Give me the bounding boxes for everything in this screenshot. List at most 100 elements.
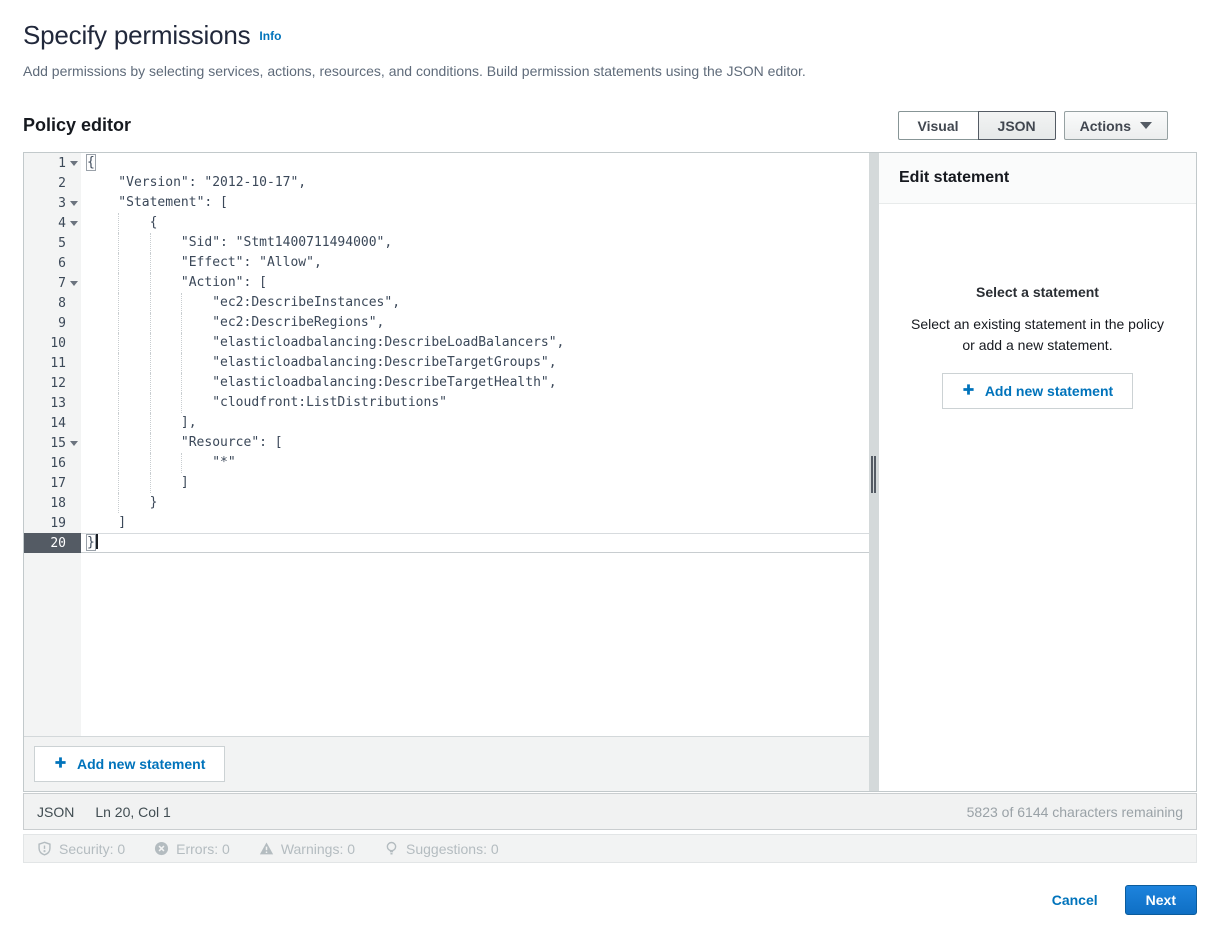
finding-label: Errors: 0 — [176, 841, 230, 857]
code-line-6[interactable]: 6"Effect": "Allow", — [24, 253, 869, 273]
code-line-7[interactable]: 7"Action": [ — [24, 273, 869, 293]
line-number-10[interactable]: 10 — [24, 333, 81, 353]
actions-dropdown-button[interactable]: Actions — [1064, 111, 1168, 140]
code-text: { — [81, 213, 869, 233]
code-line-3[interactable]: 3"Statement": [ — [24, 193, 869, 213]
error-circle-icon — [154, 841, 169, 856]
edit-statement-heading: Edit statement — [879, 153, 1196, 204]
line-number-19[interactable]: 19 — [24, 513, 81, 533]
code-line-2[interactable]: 2"Version": "2012-10-17", — [24, 173, 869, 193]
status-characters-remaining: 5823 of 6144 characters remaining — [967, 804, 1183, 820]
editor-status-bar: JSON Ln 20, Col 1 5823 of 6144 character… — [23, 793, 1197, 830]
code-line-1[interactable]: 1{ — [24, 153, 869, 173]
code-line-11[interactable]: 11"elasticloadbalancing:DescribeTargetGr… — [24, 353, 869, 373]
finding-label: Warnings: 0 — [281, 841, 355, 857]
code-text: ], — [81, 413, 869, 433]
line-number-16[interactable]: 16 — [24, 453, 81, 473]
code-line-9[interactable]: 9"ec2:DescribeRegions", — [24, 313, 869, 333]
fold-caret-icon[interactable] — [70, 201, 78, 206]
line-number-13[interactable]: 13 — [24, 393, 81, 413]
chevron-down-icon — [1140, 122, 1152, 129]
text-cursor — [96, 534, 98, 549]
pane-resize-divider[interactable] — [869, 153, 879, 791]
warning-triangle-icon — [259, 841, 274, 856]
lightbulb-icon — [384, 841, 399, 856]
line-number-2[interactable]: 2 — [24, 173, 81, 193]
tab-visual[interactable]: Visual — [898, 111, 979, 140]
code-line-12[interactable]: 12"elasticloadbalancing:DescribeTargetHe… — [24, 373, 869, 393]
code-editor[interactable]: 1{2"Version": "2012-10-17",3"Statement":… — [24, 153, 869, 736]
code-text: "Resource": [ — [81, 433, 869, 453]
line-number-9[interactable]: 9 — [24, 313, 81, 333]
fold-caret-icon[interactable] — [70, 221, 78, 226]
empty-state-title: Select a statement — [905, 284, 1170, 300]
code-line-10[interactable]: 10"elasticloadbalancing:DescribeLoadBala… — [24, 333, 869, 353]
line-number-4[interactable]: 4 — [24, 213, 81, 233]
code-text: "elasticloadbalancing:DescribeTargetHeal… — [81, 373, 869, 393]
editor-mode-controls: Visual JSON Actions — [898, 111, 1168, 140]
info-link[interactable]: Info — [259, 29, 281, 43]
finding-label: Security: 0 — [59, 841, 125, 857]
line-number-17[interactable]: 17 — [24, 473, 81, 493]
code-text: "Action": [ — [81, 273, 869, 293]
line-number-1[interactable]: 1 — [24, 153, 81, 173]
line-number-14[interactable]: 14 — [24, 413, 81, 433]
page-title: Specify permissions — [23, 20, 250, 50]
policy-editor-header: Policy editor Visual JSON Actions — [23, 111, 1197, 140]
code-line-8[interactable]: 8"ec2:DescribeInstances", — [24, 293, 869, 313]
line-number-6[interactable]: 6 — [24, 253, 81, 273]
cancel-button[interactable]: Cancel — [1052, 892, 1098, 908]
line-number-8[interactable]: 8 — [24, 293, 81, 313]
code-line-18[interactable]: 18} — [24, 493, 869, 513]
line-number-15[interactable]: 15 — [24, 433, 81, 453]
line-number-20[interactable]: 20 — [24, 533, 81, 553]
finding-label: Suggestions: 0 — [406, 841, 499, 857]
panel-add-new-statement-label: Add new statement — [985, 383, 1113, 399]
code-line-4[interactable]: 4{ — [24, 213, 869, 233]
code-text: ] — [81, 473, 869, 493]
fold-caret-icon[interactable] — [70, 441, 78, 446]
tab-json[interactable]: JSON — [978, 111, 1056, 140]
line-number-18[interactable]: 18 — [24, 493, 81, 513]
empty-state-description: Select an existing statement in the poli… — [905, 314, 1170, 356]
code-line-5[interactable]: 5"Sid": "Stmt1400711494000", — [24, 233, 869, 253]
line-number-7[interactable]: 7 — [24, 273, 81, 293]
code-line-20[interactable]: 20} — [24, 533, 869, 553]
code-line-14[interactable]: 14], — [24, 413, 869, 433]
status-cursor-position: Ln 20, Col 1 — [95, 804, 171, 820]
code-line-13[interactable]: 13"cloudfront:ListDistributions" — [24, 393, 869, 413]
policy-editor-container: 1{2"Version": "2012-10-17",3"Statement":… — [23, 152, 1197, 792]
findings-bar: Security: 0 Errors: 0 Warnings: 0 Suggestio… — [23, 834, 1197, 863]
code-line-17[interactable]: 17] — [24, 473, 869, 493]
line-number-11[interactable]: 11 — [24, 353, 81, 373]
page-header: Specify permissionsInfo Add permissions … — [23, 20, 1197, 79]
code-text: ] — [81, 513, 869, 533]
panel-add-new-statement-button[interactable]: Add new statement — [942, 373, 1133, 409]
json-editor-pane: 1{2"Version": "2012-10-17",3"Statement":… — [24, 153, 869, 791]
edit-statement-panel: Edit statement Select a statement Select… — [879, 153, 1196, 791]
code-lines: 1{2"Version": "2012-10-17",3"Statement":… — [24, 153, 869, 553]
code-line-15[interactable]: 15"Resource": [ — [24, 433, 869, 453]
actions-dropdown-label: Actions — [1080, 118, 1131, 134]
code-text: { — [81, 153, 869, 173]
code-text: "ec2:DescribeInstances", — [81, 293, 869, 313]
code-text: "Sid": "Stmt1400711494000", — [81, 233, 869, 253]
next-button[interactable]: Next — [1125, 885, 1197, 915]
line-number-12[interactable]: 12 — [24, 373, 81, 393]
code-text: "Effect": "Allow", — [81, 253, 869, 273]
fold-caret-icon[interactable] — [70, 161, 78, 166]
code-line-16[interactable]: 16"*" — [24, 453, 869, 473]
code-text: "ec2:DescribeRegions", — [81, 313, 869, 333]
line-number-5[interactable]: 5 — [24, 233, 81, 253]
add-new-statement-button[interactable]: Add new statement — [34, 746, 225, 782]
plus-icon — [962, 383, 975, 399]
finding-suggestions: Suggestions: 0 — [384, 841, 499, 857]
finding-warnings: Warnings: 0 — [259, 841, 355, 857]
code-line-19[interactable]: 19] — [24, 513, 869, 533]
shield-exclamation-icon — [37, 841, 52, 856]
plus-icon — [54, 756, 67, 772]
line-number-3[interactable]: 3 — [24, 193, 81, 213]
code-text: "elasticloadbalancing:DescribeLoadBalanc… — [81, 333, 869, 353]
fold-caret-icon[interactable] — [70, 281, 78, 286]
status-mode: JSON — [37, 804, 74, 820]
